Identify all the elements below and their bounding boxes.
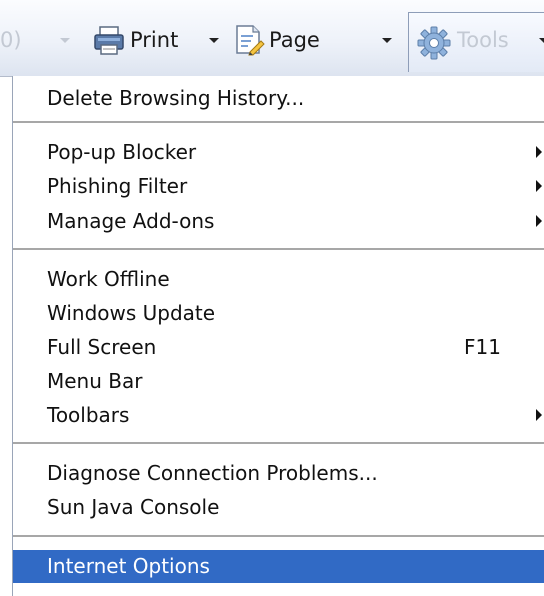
menu-item-internet-options[interactable]: Internet Options bbox=[13, 550, 544, 583]
tools-button[interactable]: Tools bbox=[408, 12, 544, 72]
menu-separator bbox=[13, 535, 544, 537]
menu-item-label: Internet Options bbox=[47, 554, 210, 578]
menu-item-full-screen[interactable]: Full Screen F11 bbox=[13, 331, 544, 364]
gear-icon bbox=[417, 26, 451, 64]
menu-item-label: Diagnose Connection Problems... bbox=[47, 461, 378, 485]
menu-item-label: Manage Add-ons bbox=[47, 209, 215, 233]
menu-item-label: Menu Bar bbox=[47, 369, 143, 393]
menu-separator bbox=[13, 121, 544, 123]
printer-icon[interactable] bbox=[93, 26, 125, 60]
menu-separator bbox=[13, 442, 544, 444]
menu-item-delete-browsing-history[interactable]: Delete Browsing History... bbox=[13, 82, 544, 115]
submenu-arrow-icon bbox=[536, 180, 542, 192]
submenu-arrow-icon bbox=[536, 409, 542, 421]
page-icon[interactable] bbox=[233, 24, 265, 60]
chevron-down-icon[interactable] bbox=[60, 38, 70, 43]
page-button[interactable]: Page bbox=[269, 28, 320, 52]
menu-separator bbox=[13, 248, 544, 250]
menu-item-popup-blocker[interactable]: Pop-up Blocker bbox=[13, 136, 544, 169]
tools-dropdown-icon bbox=[539, 38, 544, 43]
menu-item-label: Toolbars bbox=[47, 403, 130, 427]
menu-item-work-offline[interactable]: Work Offline bbox=[13, 263, 544, 296]
print-dropdown-icon[interactable] bbox=[209, 38, 219, 43]
shortcut-key: F11 bbox=[464, 335, 501, 359]
menu-item-sun-java-console[interactable]: Sun Java Console bbox=[13, 491, 544, 524]
page-dropdown-icon[interactable] bbox=[382, 38, 392, 43]
menu-item-label: Full Screen bbox=[47, 335, 157, 359]
menu-item-menu-bar[interactable]: Menu Bar bbox=[13, 365, 544, 398]
submenu-arrow-icon bbox=[536, 146, 542, 158]
menu-item-label: Sun Java Console bbox=[47, 495, 220, 519]
menu-item-label: Delete Browsing History... bbox=[47, 86, 305, 110]
command-bar: 0) Print Page Tools bbox=[0, 0, 544, 77]
menu-item-toolbars[interactable]: Toolbars bbox=[13, 399, 544, 432]
tools-label: Tools bbox=[457, 28, 509, 52]
menu-item-label: Work Offline bbox=[47, 267, 170, 291]
truncated-toolbar-label: 0) bbox=[0, 28, 22, 52]
tools-menu: Delete Browsing History... Pop-up Blocke… bbox=[12, 76, 544, 596]
menu-item-phishing-filter[interactable]: Phishing Filter bbox=[13, 170, 544, 203]
submenu-arrow-icon bbox=[536, 215, 542, 227]
print-button[interactable]: Print bbox=[130, 28, 178, 52]
menu-item-label: Phishing Filter bbox=[47, 174, 188, 198]
menu-item-label: Windows Update bbox=[47, 301, 216, 325]
menu-item-windows-update[interactable]: Windows Update bbox=[13, 297, 544, 330]
menu-item-label: Pop-up Blocker bbox=[47, 140, 197, 164]
menu-item-manage-add-ons[interactable]: Manage Add-ons bbox=[13, 205, 544, 238]
menu-item-diagnose-connection-problems[interactable]: Diagnose Connection Problems... bbox=[13, 457, 544, 490]
